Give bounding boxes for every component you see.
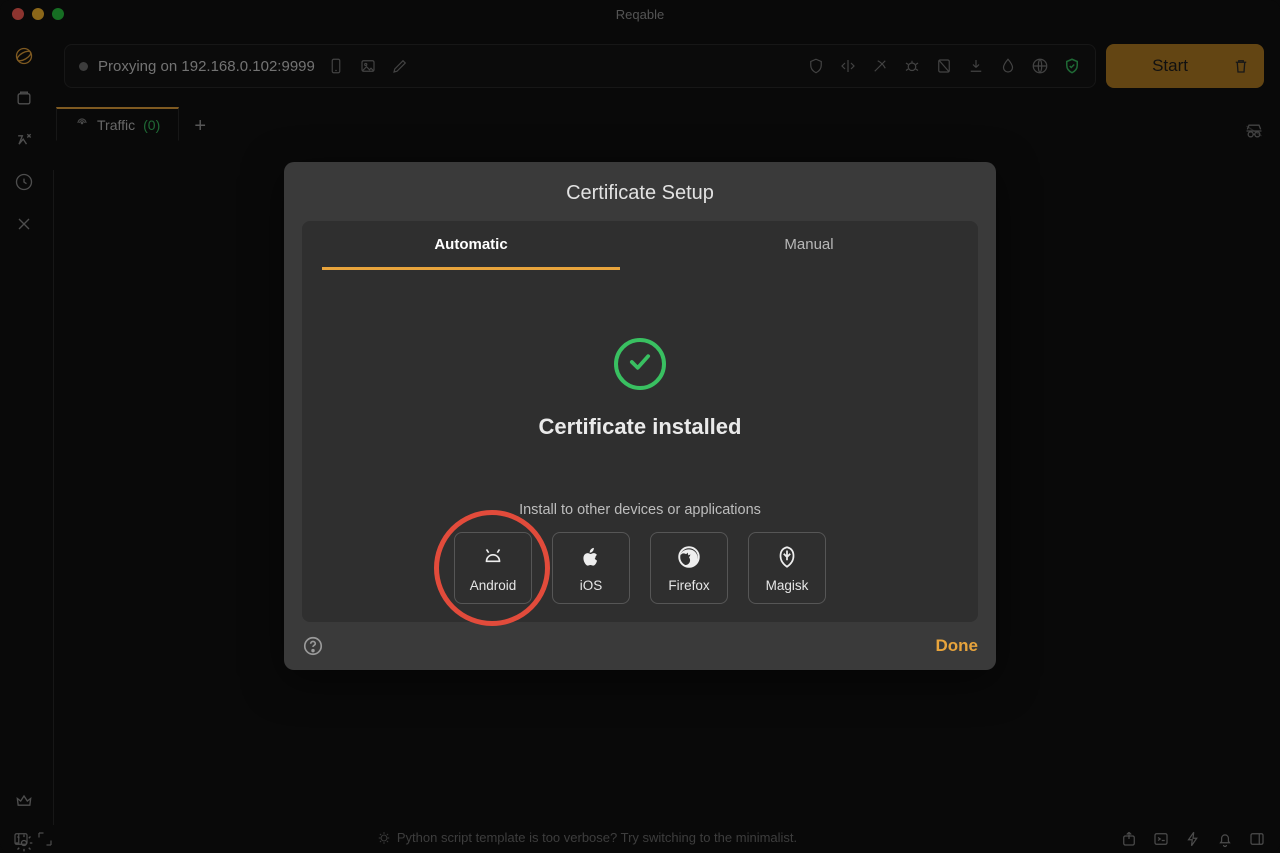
device-magisk-label: Magisk <box>766 578 809 593</box>
device-android-button[interactable]: Android <box>454 532 532 604</box>
installed-heading: Certificate installed <box>539 414 742 440</box>
device-ios-label: iOS <box>580 578 603 593</box>
device-firefox-button[interactable]: Firefox <box>650 532 728 604</box>
install-other-text: Install to other devices or applications <box>519 502 761 518</box>
help-icon[interactable] <box>302 635 324 657</box>
modal-overlay: Certificate Setup Automatic Manual Certi… <box>0 0 1280 853</box>
device-android-label: Android <box>470 578 517 593</box>
check-circle-icon <box>614 338 666 390</box>
device-ios-button[interactable]: iOS <box>552 532 630 604</box>
certificate-setup-dialog: Certificate Setup Automatic Manual Certi… <box>284 162 996 670</box>
dialog-tab-automatic[interactable]: Automatic <box>302 221 640 267</box>
device-magisk-button[interactable]: Magisk <box>748 532 826 604</box>
device-firefox-label: Firefox <box>668 578 709 593</box>
dialog-title: Certificate Setup <box>284 162 996 221</box>
done-button[interactable]: Done <box>936 636 979 656</box>
dialog-tab-manual[interactable]: Manual <box>640 221 978 267</box>
